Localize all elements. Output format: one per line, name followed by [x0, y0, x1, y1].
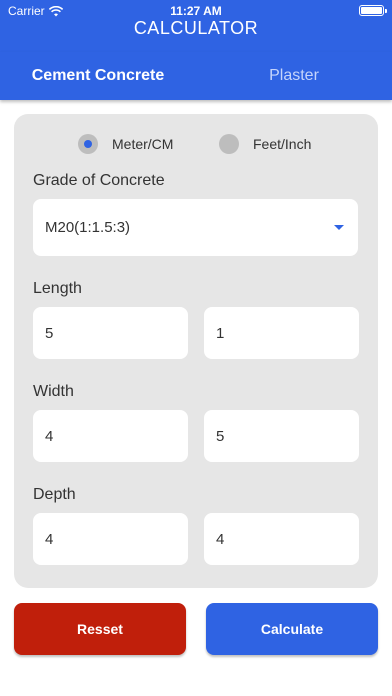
app-header: Carrier 11:27 AM CALCULATOR [0, 0, 392, 52]
page-title: CALCULATOR [133, 18, 259, 38]
tab-plaster[interactable]: Plaster [196, 52, 392, 100]
calculator-form-card: Meter/CM Feet/Inch Grade of Concrete M20… [14, 114, 378, 588]
battery-icon [359, 5, 387, 16]
radio-feet-inch-label: Feet/Inch [253, 136, 312, 152]
depth-meter-input[interactable] [33, 513, 188, 565]
length-cm-input[interactable] [204, 307, 359, 359]
radio-meter-cm[interactable]: Meter/CM [78, 134, 173, 154]
depth-label: Depth [33, 486, 76, 503]
grade-label: Grade of Concrete [33, 172, 165, 189]
status-time: 11:27 AM [170, 4, 222, 18]
calculate-button[interactable]: Calculate [206, 603, 378, 655]
length-label: Length [33, 280, 82, 297]
width-label: Width [33, 383, 74, 400]
caret-down-icon [334, 225, 344, 230]
length-meter-input[interactable] [33, 307, 188, 359]
grade-select[interactable]: M20(1:1.5:3) [33, 199, 358, 256]
reset-button[interactable]: Resset [14, 603, 186, 655]
status-bar: Carrier 11:27 AM [0, 0, 392, 20]
radio-checked-icon [78, 134, 98, 154]
tab-bar: Cement Concrete Plaster [0, 52, 392, 100]
radio-meter-cm-label: Meter/CM [112, 136, 174, 152]
app-screen: Carrier 11:27 AM CALCULATOR Cement Concr… [0, 0, 392, 696]
radio-feet-inch[interactable]: Feet/Inch [219, 134, 311, 154]
grade-selected-value: M20(1:1.5:3) [45, 219, 131, 236]
width-cm-input[interactable] [204, 410, 359, 462]
radio-unchecked-icon [219, 134, 239, 154]
unit-radio-group: Meter/CM Feet/Inch [14, 134, 378, 154]
width-meter-input[interactable] [33, 410, 188, 462]
depth-cm-input[interactable] [204, 513, 359, 565]
tab-cement-concrete[interactable]: Cement Concrete [0, 52, 196, 100]
